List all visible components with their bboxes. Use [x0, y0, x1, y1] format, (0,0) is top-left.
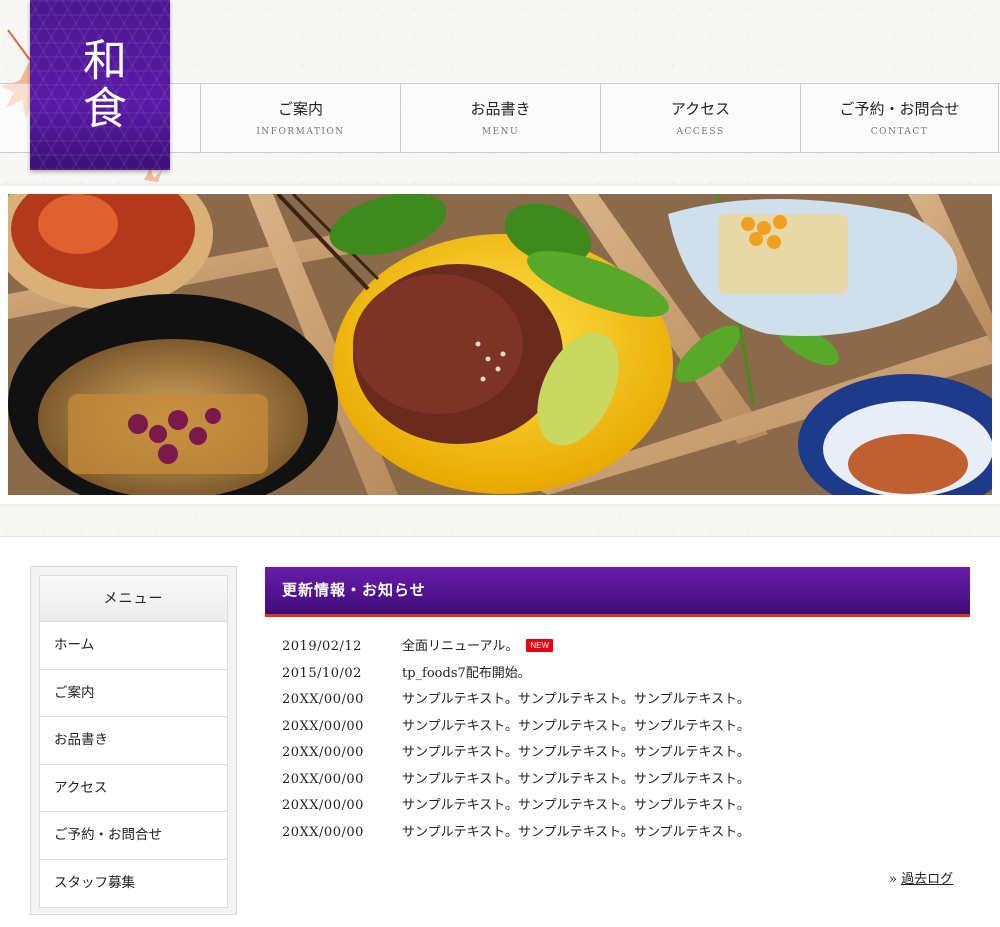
hero-image	[8, 194, 992, 495]
nav-item-sublabel: CONTACT	[870, 127, 929, 137]
nav-item-label: ご予約・お問合せ	[839, 100, 960, 118]
side-menu-item-information[interactable]: ご案内	[40, 670, 227, 717]
news-text: サンプルテキスト。サンプルテキスト。サンプルテキスト。	[402, 745, 750, 760]
news-text: tp_foods7配布開始。	[402, 665, 531, 681]
news-text: サンプルテキスト。サンプルテキスト。サンプルテキスト。	[402, 692, 750, 707]
nav-item-contact[interactable]: ご予約・お問合せ CONTACT	[800, 84, 999, 152]
news-date: 20XX/00/00	[282, 824, 364, 840]
news-text: サンプルテキスト。サンプルテキスト。サンプルテキスト。	[402, 718, 750, 734]
news-date: 20XX/00/00	[282, 771, 364, 787]
side-menu-item-contact[interactable]: ご予約・お問合せ	[40, 812, 227, 860]
site-logo[interactable]: 和食	[30, 0, 170, 170]
news-heading: 更新情報・お知らせ	[265, 567, 970, 617]
nav-item-access[interactable]: アクセス ACCESS	[600, 84, 800, 152]
hero-food-illustration	[8, 194, 992, 495]
nav-item-label: ご案内	[277, 100, 323, 118]
nav-item-information[interactable]: ご案内 INFORMATION	[200, 84, 400, 152]
news-date: 2015/10/02	[282, 665, 362, 681]
side-menu-item-menu[interactable]: お品書き	[40, 717, 227, 765]
nav-item-sublabel: INFORMATION	[256, 127, 345, 137]
news-row: 20XX/00/00 サンプルテキスト。サンプルテキスト。サンプルテキスト。	[282, 767, 962, 794]
side-menu-title: メニュー	[40, 576, 227, 622]
logo-text: 和食	[75, 37, 126, 133]
news-row: 2015/10/02 tp_foods7配布開始。	[282, 661, 962, 688]
news-text: サンプルテキスト。サンプルテキスト。サンプルテキスト。	[402, 771, 750, 787]
news-date: 20XX/00/00	[282, 718, 364, 734]
archive-prefix-icon: »	[889, 872, 897, 887]
news-date: 20XX/00/00	[282, 745, 364, 760]
nav-item-sublabel: ACCESS	[676, 127, 725, 137]
nav-item-label: お品書き	[470, 100, 531, 118]
side-menu-item-access[interactable]: アクセス	[40, 765, 227, 812]
news-row: 20XX/00/00 サンプルテキスト。サンプルテキスト。サンプルテキスト。	[282, 793, 962, 820]
side-menu-item-recruit[interactable]: スタッフ募集	[40, 860, 227, 908]
new-badge: NEW	[526, 639, 554, 652]
news-date: 2019/02/12	[282, 639, 362, 654]
news-row: 20XX/00/00 サンプルテキスト。サンプルテキスト。サンプルテキスト。	[282, 687, 962, 714]
news-row: 2019/02/12 全面リニューアル。 NEW	[282, 634, 962, 661]
news-date: 20XX/00/00	[282, 692, 364, 707]
news-row: 20XX/00/00 サンプルテキスト。サンプルテキスト。サンプルテキスト。	[282, 714, 962, 741]
news-row: 20XX/00/00 サンプルテキスト。サンプルテキスト。サンプルテキスト。	[282, 820, 962, 847]
news-text: サンプルテキスト。サンプルテキスト。サンプルテキスト。	[402, 798, 750, 813]
news-text: サンプルテキスト。サンプルテキスト。サンプルテキスト。	[402, 824, 750, 840]
nav-item-sublabel: MENU	[481, 127, 520, 137]
side-menu-item-home[interactable]: ホーム	[40, 622, 227, 670]
archive-link-wrap: » 過去ログ	[889, 868, 953, 887]
side-menu-panel: メニュー ホーム ご案内 お品書き アクセス ご予約・お問合せ スタッフ募集	[39, 575, 228, 908]
nav-item-menu[interactable]: お品書き MENU	[400, 84, 600, 152]
archive-link[interactable]: 過去ログ	[901, 872, 953, 887]
news-list: 2019/02/12 全面リニューアル。 NEW 2015/10/02 tp_food…	[282, 634, 962, 846]
nav-item-label: アクセス	[670, 100, 731, 118]
side-menu: メニュー ホーム ご案内 お品書き アクセス ご予約・お問合せ スタッフ募集	[30, 566, 237, 915]
news-date: 20XX/00/00	[282, 798, 364, 813]
news-text: 全面リニューアル。	[402, 639, 519, 654]
news-row: 20XX/00/00 サンプルテキスト。サンプルテキスト。サンプルテキスト。	[282, 740, 962, 767]
hero-frame	[0, 186, 1000, 504]
